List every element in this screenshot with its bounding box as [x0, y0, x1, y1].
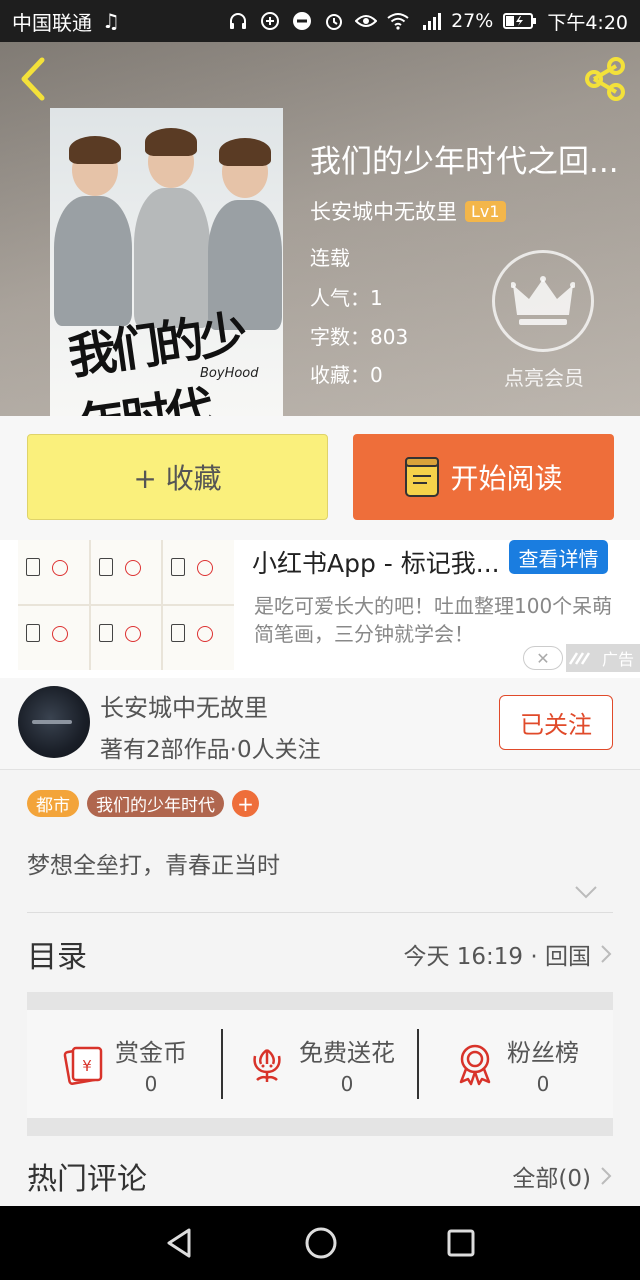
- battery-percent: 27%: [451, 10, 494, 32]
- eye-icon: [355, 10, 378, 32]
- close-icon: ✕: [536, 648, 550, 668]
- vip-button[interactable]: [492, 250, 594, 352]
- clock-time: 下午4:20: [547, 11, 628, 34]
- headphones-icon: [227, 10, 249, 32]
- back-button[interactable]: [14, 56, 54, 102]
- cover-hair-center: [145, 128, 197, 156]
- cover-hair-left: [69, 136, 121, 164]
- reward-count: 0: [340, 1071, 354, 1096]
- table-of-contents-row[interactable]: 目录 今天 16:19 · 回国: [27, 928, 613, 980]
- reward-flower-button[interactable]: 免费送花 0: [221, 1029, 417, 1099]
- red-envelope-icon: ¥: [63, 1046, 103, 1085]
- cover-figure-left: [54, 196, 132, 326]
- section-separator: [27, 992, 613, 1010]
- header-author-row: 长安城中无故里 Lv1: [310, 196, 506, 226]
- book-cover[interactable]: 我们的少年时代 BoyHood: [50, 108, 283, 416]
- author-card-stats: 著有2部作品·0人关注: [100, 737, 321, 763]
- status-bar: 中国联通 ♫ 27% 下午4:20: [0, 0, 640, 42]
- ad-network-logo-icon: [568, 652, 591, 665]
- start-reading-button[interactable]: 开始阅读: [353, 434, 614, 520]
- section-separator: [27, 1118, 613, 1136]
- ad-thumbnail[interactable]: [18, 540, 234, 670]
- start-reading-label: 开始阅读: [450, 462, 563, 495]
- tag-chip[interactable]: 我们的少年时代: [87, 790, 224, 817]
- chevron-down-icon[interactable]: [574, 884, 598, 900]
- book-header: 我们的少年时代 BoyHood 我们的少年时代之回... 长安城中无故里 Lv1…: [0, 42, 640, 416]
- ad-close-button[interactable]: ✕: [523, 646, 563, 670]
- reward-count: 0: [536, 1071, 550, 1096]
- reward-count: 0: [144, 1071, 158, 1096]
- favorite-button-label: + 收藏: [133, 462, 222, 495]
- ad-details-button[interactable]: 查看详情: [509, 540, 608, 574]
- book-title: 我们的少年时代之回...: [310, 144, 619, 180]
- divider: [27, 912, 613, 913]
- reward-label: 免费送花: [299, 1038, 395, 1067]
- all-comments-link[interactable]: 全部(0): [512, 1159, 591, 1193]
- ad-thumb-cell: [163, 606, 234, 670]
- chevron-right-icon: [601, 945, 612, 963]
- do-not-disturb-icon: [291, 10, 313, 32]
- back-triangle-icon[interactable]: [163, 1226, 197, 1260]
- book-icon: [405, 457, 440, 497]
- home-circle-icon[interactable]: [303, 1225, 339, 1261]
- alarm-icon: [323, 10, 345, 32]
- wifi-icon: [387, 10, 409, 32]
- favorite-button[interactable]: + 收藏: [27, 434, 328, 520]
- ad-thumb-cell: [18, 606, 89, 670]
- reward-label: 粉丝榜: [507, 1038, 579, 1067]
- action-area: + 收藏 开始阅读: [0, 416, 640, 540]
- system-nav-bar: [0, 1206, 640, 1280]
- ad-title[interactable]: 小红书App - 标记我...: [252, 544, 500, 580]
- author-avatar[interactable]: [18, 686, 90, 758]
- ad-description: 是吃可爱长大的吧！吐血整理100个呆萌简笔画，三分钟就学会！: [254, 594, 613, 646]
- svg-text:¥: ¥: [82, 1057, 92, 1075]
- header-author-name[interactable]: 长安城中无故里: [310, 196, 457, 226]
- level-badge: Lv1: [465, 200, 506, 222]
- flower-icon: [253, 1048, 281, 1082]
- reward-label: 赏金币: [115, 1038, 187, 1067]
- hot-comments-title: 热门评论: [27, 1162, 147, 1197]
- author-card[interactable]: 长安城中无故里 著有2部作品·0人关注 已关注: [0, 678, 640, 770]
- reward-fans-button[interactable]: 粉丝榜 0: [417, 1029, 613, 1099]
- crown-icon: [511, 276, 575, 325]
- medal-icon: [459, 1044, 491, 1086]
- add-tag-button[interactable]: +: [232, 790, 259, 817]
- data-saver-icon: [259, 10, 281, 32]
- tag-list: 都市 我们的少年时代 +: [27, 790, 259, 817]
- toc-latest-update: 今天 16:19 · 回国: [403, 944, 591, 970]
- vip-label[interactable]: 点亮会员: [490, 362, 598, 391]
- back-arrow-icon: [21, 57, 45, 101]
- share-icon: [585, 57, 625, 101]
- recents-square-icon[interactable]: [445, 1227, 477, 1259]
- hot-comments-header: 热门评论 全部(0): [27, 1150, 613, 1202]
- share-button[interactable]: [580, 54, 630, 104]
- popularity-count: 人气：1: [310, 286, 383, 310]
- chevron-right-icon[interactable]: [599, 1165, 613, 1187]
- ad-thumb-cell: [90, 540, 162, 604]
- serial-status: 连载: [310, 246, 350, 270]
- ad-banner[interactable]: 小红书App - 标记我... 查看详情 是吃可爱长大的吧！吐血整理100个呆萌…: [0, 540, 640, 678]
- reward-bar: ¥ 赏金币 0 免费送花 0 粉丝榜 0: [27, 1010, 613, 1118]
- signal-icon: [419, 10, 442, 32]
- cover-subtitle-art: BoyHood: [200, 366, 259, 381]
- music-note-icon: ♫: [102, 9, 120, 33]
- ad-thumb-cell: [18, 540, 89, 604]
- favorites-count: 收藏：0: [310, 363, 383, 387]
- battery-icon: [503, 10, 537, 32]
- tag-chip[interactable]: 都市: [27, 790, 79, 817]
- author-card-name[interactable]: 长安城中无故里: [100, 688, 268, 723]
- word-count: 字数：803: [310, 325, 409, 349]
- toc-title: 目录: [27, 940, 87, 975]
- reward-coins-button[interactable]: ¥ 赏金币 0: [27, 1029, 221, 1099]
- ad-thumb-cell: [90, 606, 162, 670]
- ad-label-text: 广告: [601, 650, 634, 669]
- ad-label: 广告: [566, 644, 640, 672]
- carrier-label: 中国联通: [12, 10, 92, 35]
- follow-button[interactable]: 已关注: [499, 695, 613, 750]
- cover-hair-right: [219, 138, 271, 166]
- ad-thumb-cell: [163, 540, 234, 604]
- book-intro: 梦想全垒打，青春正当时: [27, 853, 280, 879]
